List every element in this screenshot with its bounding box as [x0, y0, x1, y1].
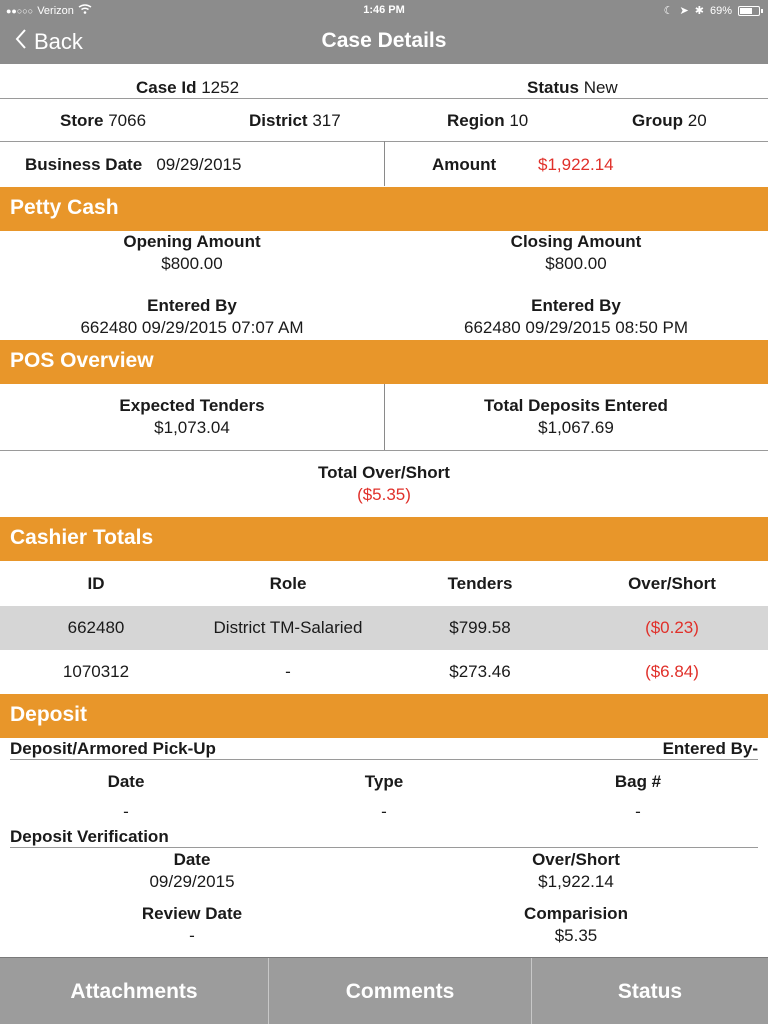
total-deposits-value: $1,067.69 — [538, 418, 614, 437]
moon-icon: ☾ — [663, 5, 674, 17]
cashier-id: 1070312 — [62, 662, 130, 681]
deposit-date-value: - — [123, 802, 129, 821]
status-time: 1:46 PM — [363, 4, 405, 16]
status-right: ☾ ➤ ✱ 69% — [663, 4, 763, 17]
column-header-over-short: Over/Short — [628, 574, 716, 593]
status-button[interactable]: Status — [532, 958, 768, 1024]
case-id-label: Case Id — [136, 78, 197, 97]
closing-amount-value: $800.00 — [545, 254, 607, 273]
expected-tenders-label: Expected Tenders — [119, 396, 265, 415]
amount-label: Amount — [432, 155, 497, 174]
status-bar: ●●○○○ Verizon 1:46 PM ☾ ➤ ✱ 69% — [0, 0, 768, 20]
divider — [0, 98, 768, 99]
deposit-entered-by-label: Entered By- — [662, 739, 758, 758]
verification-date-value: 09/29/2015 — [149, 872, 235, 891]
business-date-field: Business Date 09/29/2015 — [25, 155, 241, 175]
cashier-over-short: ($0.23) — [645, 618, 699, 637]
group-value: 20 — [687, 111, 707, 130]
bottom-tab-bar: Attachments Comments Status — [0, 957, 768, 1024]
column-divider — [384, 384, 385, 450]
bluetooth-icon: ✱ — [694, 5, 704, 17]
verification-over-short-value: $1,922.14 — [538, 872, 614, 891]
deposit-type-label: Type — [364, 772, 404, 791]
region-value: 10 — [509, 111, 529, 130]
entered-by-label: Entered By — [531, 296, 621, 315]
expected-tenders-value: $1,073.04 — [154, 418, 230, 437]
store-field: Store 7066 — [60, 111, 146, 131]
deposit-pickup-label: Deposit/Armored Pick-Up — [10, 739, 216, 758]
comments-button[interactable]: Comments — [269, 958, 531, 1024]
amount-value: $1,922.14 — [538, 155, 614, 174]
top-bar: ●●○○○ Verizon 1:46 PM ☾ ➤ ✱ 69% Back Cas… — [0, 0, 768, 64]
column-header-tenders: Tenders — [447, 574, 513, 593]
entered-by-label: Entered By — [147, 296, 237, 315]
entered-by-value: 662480 09/29/2015 07:07 AM — [80, 318, 304, 337]
cashier-tenders: $273.46 — [449, 662, 511, 681]
deposit-bag-label: Bag # — [614, 772, 662, 791]
verification-over-short-label: Over/Short — [532, 850, 620, 869]
pos-overview-header: POS Overview — [0, 340, 768, 384]
opening-amount-label: Opening Amount — [123, 232, 261, 251]
column-header-id: ID — [87, 574, 105, 593]
column-header-role: Role — [269, 574, 307, 593]
cashier-tenders: $799.58 — [449, 618, 511, 637]
divider — [10, 847, 758, 848]
total-deposits-label: Total Deposits Entered — [484, 396, 668, 415]
amount-field: Amount — [432, 155, 496, 175]
district-label: District — [249, 111, 308, 130]
case-id-value: 1252 — [201, 78, 240, 97]
nav-bar: Back Case Details — [0, 20, 768, 64]
business-date-label: Business Date — [25, 155, 143, 174]
region-field: Region 10 — [447, 111, 528, 131]
district-field: District 317 — [249, 111, 341, 131]
comparision-label: Comparision — [524, 904, 628, 923]
cashier-id: 662480 — [67, 618, 125, 637]
review-date-label: Review Date — [141, 904, 243, 923]
battery-icon — [738, 5, 763, 16]
cashier-totals-header: Cashier Totals — [0, 517, 768, 561]
table-header-row: ID Role Tenders Over/Short — [0, 562, 768, 606]
store-value: 7066 — [108, 111, 147, 130]
divider — [0, 450, 768, 451]
total-over-short-value: ($5.35) — [357, 485, 411, 504]
page-title: Case Details — [321, 29, 447, 52]
divider — [10, 759, 758, 760]
closing-amount-label: Closing Amount — [510, 232, 642, 251]
cashier-role: District TM-Salaried — [213, 618, 363, 637]
deposit-type-value: - — [381, 802, 387, 821]
total-over-short-label: Total Over/Short — [318, 463, 450, 482]
deposit-verification-label: Deposit Verification — [10, 827, 169, 846]
status-field: Status New — [527, 78, 618, 98]
region-label: Region — [447, 111, 505, 130]
case-id-field: Case Id 1252 — [136, 78, 239, 98]
entered-by-value: 662480 09/29/2015 08:50 PM — [463, 318, 689, 337]
location-icon: ➤ — [679, 5, 689, 17]
group-field: Group 20 — [632, 111, 707, 131]
group-label: Group — [632, 111, 683, 130]
cashier-over-short: ($6.84) — [645, 662, 699, 681]
opening-amount-value: $800.00 — [161, 254, 223, 273]
attachments-button[interactable]: Attachments — [0, 958, 268, 1024]
review-date-value: - — [189, 926, 195, 945]
district-value: 317 — [312, 111, 341, 130]
store-label: Store — [60, 111, 104, 130]
status-value: New — [583, 78, 618, 97]
deposit-header: Deposit — [0, 694, 768, 738]
business-date-value: 09/29/2015 — [156, 155, 242, 174]
cashier-role: - — [285, 662, 291, 681]
column-divider — [384, 141, 385, 186]
petty-cash-header: Petty Cash — [0, 187, 768, 231]
verification-date-label: Date — [173, 850, 211, 869]
battery-percent: 69% — [709, 4, 732, 17]
status-label: Status — [527, 78, 579, 97]
table-row[interactable]: 1070312 - $273.46 ($6.84) — [0, 650, 768, 694]
deposit-bag-value: - — [635, 802, 641, 821]
comparision-value: $5.35 — [554, 926, 598, 945]
deposit-date-label: Date — [107, 772, 145, 791]
table-row[interactable]: 662480 District TM-Salaried $799.58 ($0.… — [0, 606, 768, 650]
